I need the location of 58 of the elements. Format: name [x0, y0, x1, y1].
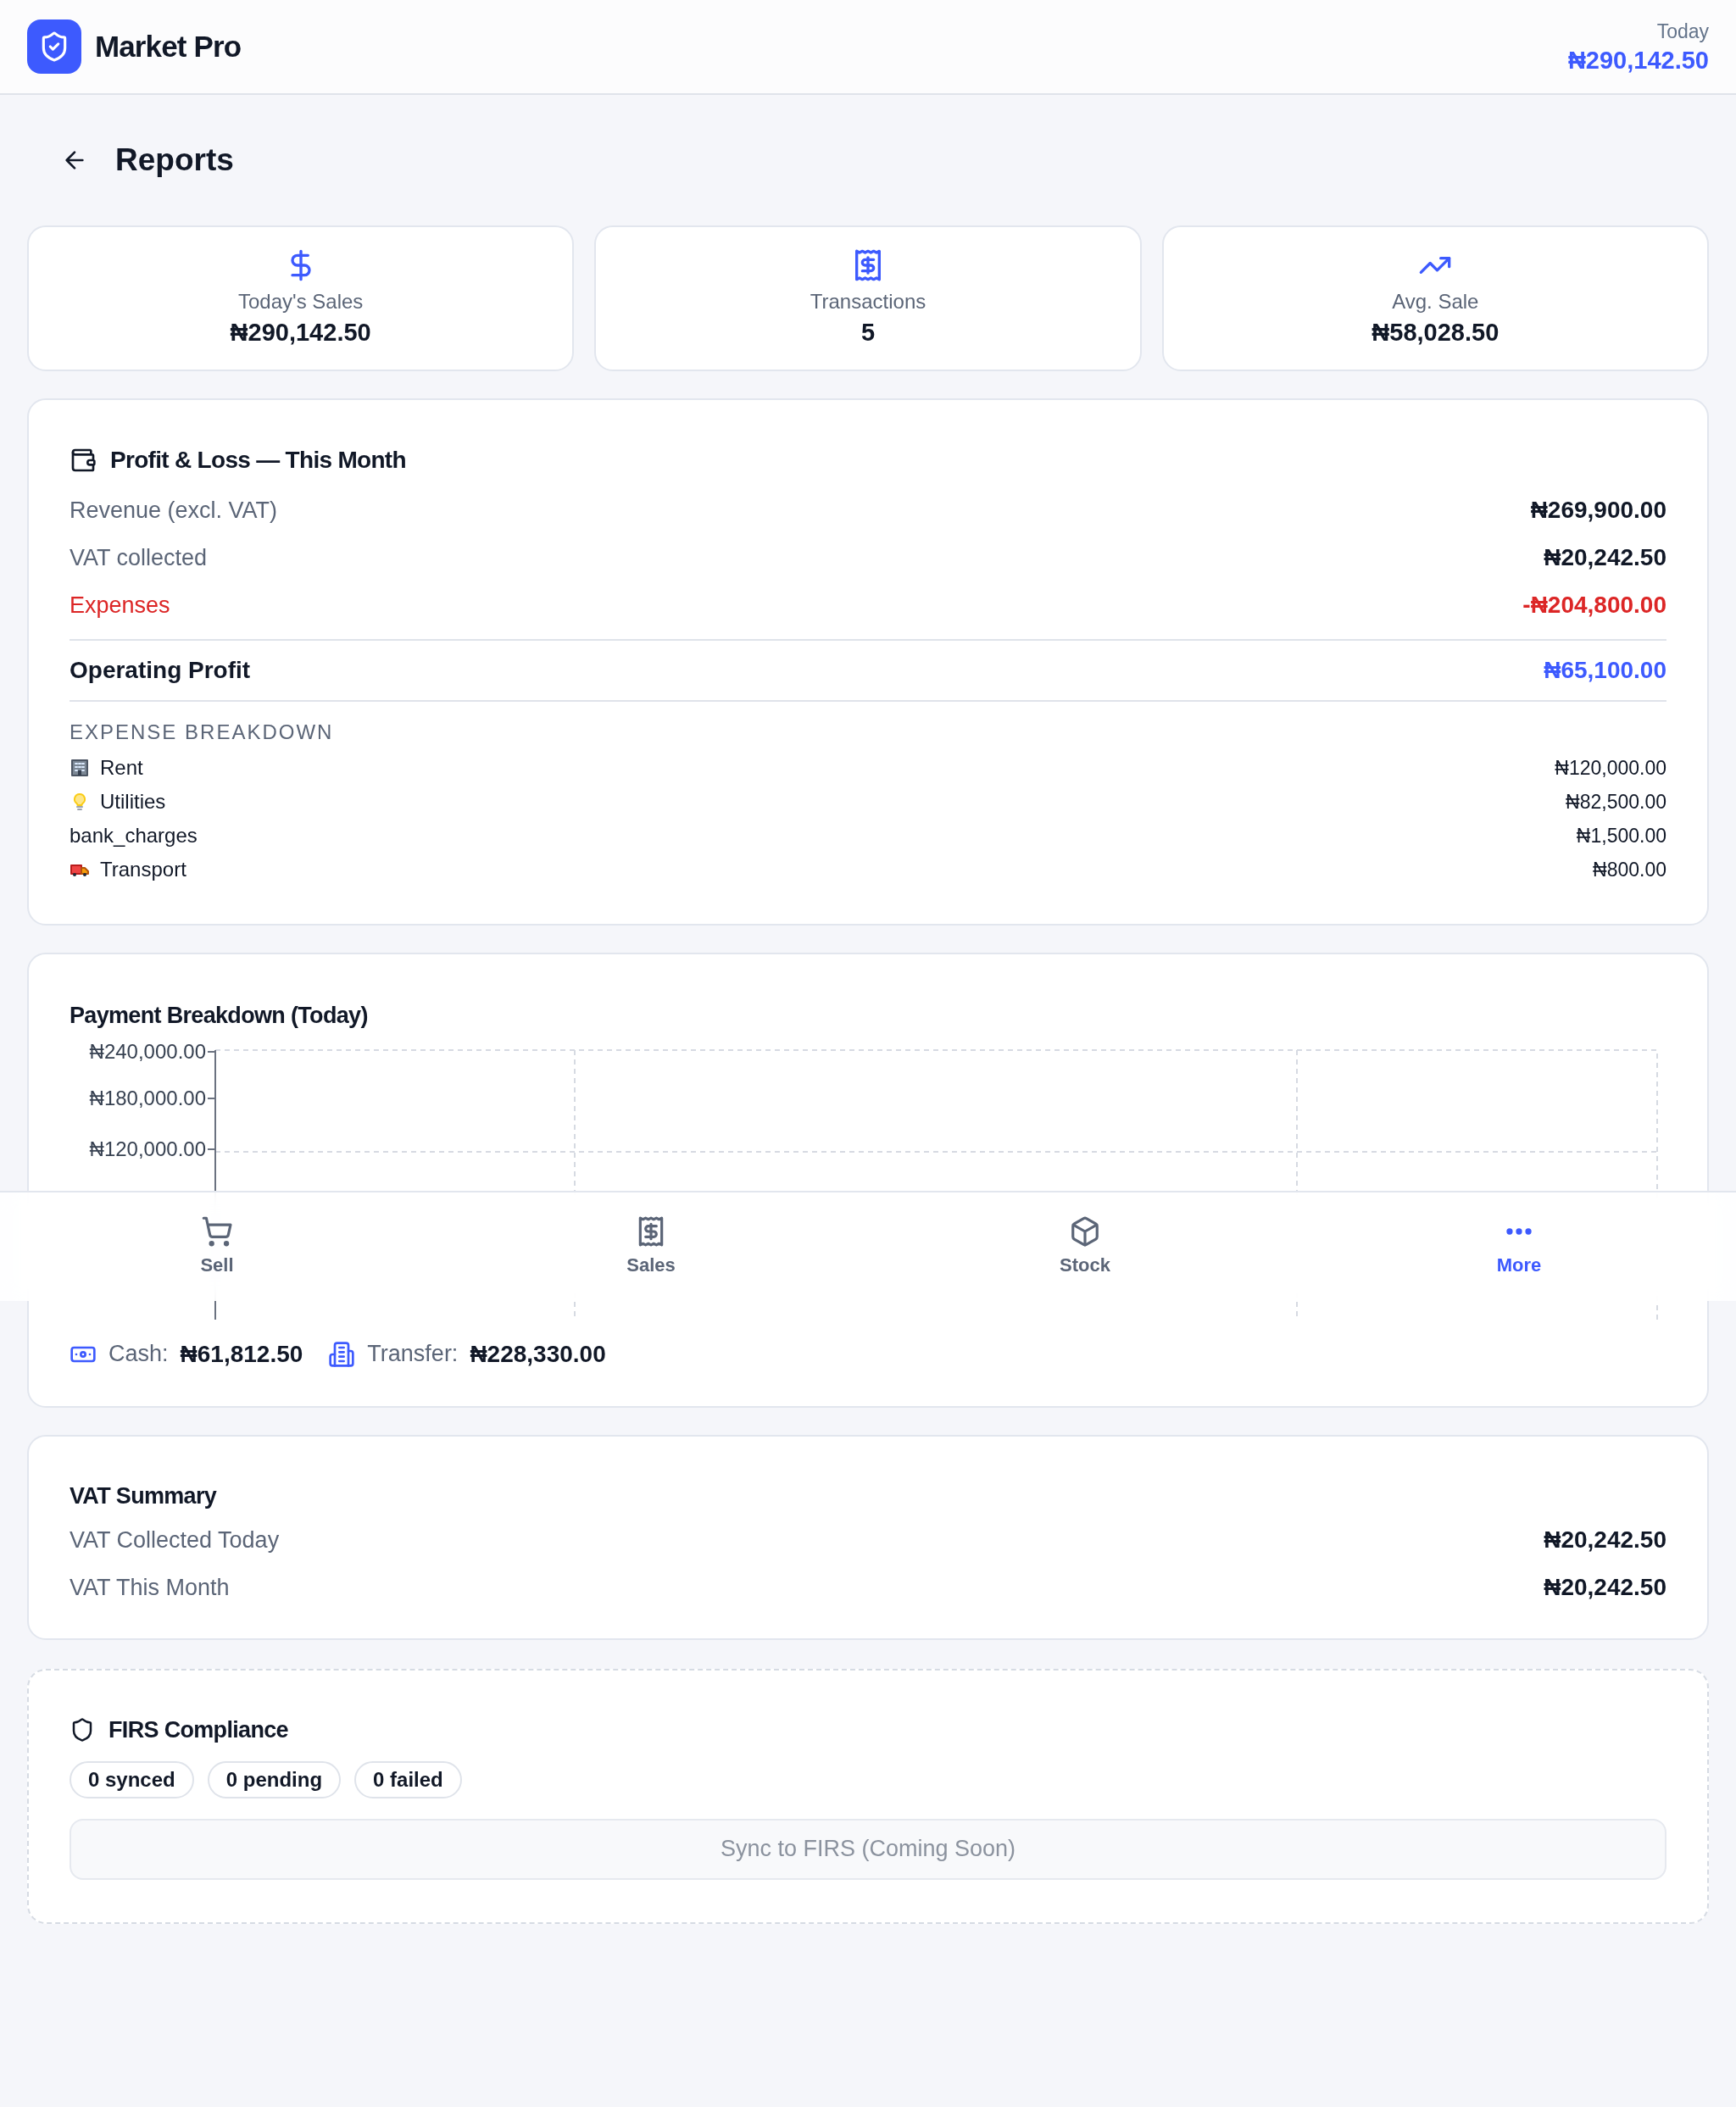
- section-heading: EXPENSE BREAKDOWN: [70, 720, 335, 745]
- card-title: Payment Breakdown (Today): [70, 1002, 369, 1030]
- row-value: ₦20,242.50: [1544, 1526, 1666, 1554]
- expense-value: ₦120,000.00: [1555, 755, 1666, 781]
- stat-value: ₦58,028.50: [1372, 318, 1500, 347]
- cart-icon: [201, 1215, 233, 1248]
- expense-label: Rent: [100, 755, 143, 781]
- nav-tab[interactable]: More: [1302, 1192, 1736, 1301]
- total-label: Operating Profit: [70, 656, 251, 685]
- payment-label: Transfer:: [367, 1340, 459, 1369]
- expense-label: Transport: [100, 857, 186, 882]
- payment-value: ₦61,812.50: [180, 1339, 303, 1369]
- wallet-icon: [70, 447, 97, 474]
- payment-value: ₦228,330.00: [470, 1339, 606, 1369]
- row-value: ₦269,900.00: [1530, 496, 1666, 525]
- row-label: Expenses: [70, 591, 170, 620]
- nav-tab[interactable]: Sell: [0, 1192, 434, 1301]
- expense-label: Utilities: [100, 789, 166, 814]
- today-amount: ₦290,142.50: [1567, 46, 1709, 75]
- row-label: VAT Collected Today: [70, 1526, 280, 1554]
- expense-value: ₦800.00: [1593, 857, 1666, 882]
- axis-label: ₦240,000.00: [89, 1039, 206, 1064]
- status-badge: 0 synced: [70, 1760, 194, 1798]
- card-title: Profit & Loss — This Month: [110, 446, 406, 475]
- row-value: ₦20,242.50: [1544, 1573, 1666, 1602]
- axis-label: ₦180,000.00: [89, 1086, 206, 1110]
- building-icon: [70, 758, 90, 778]
- status-badge: 0 pending: [207, 1760, 342, 1798]
- expense-value: ₦82,500.00: [1566, 789, 1666, 814]
- expense-label: bank_charges: [70, 823, 198, 848]
- today-label: Today: [1656, 19, 1709, 44]
- stat-label: Today's Sales: [238, 289, 364, 314]
- stat-label: Transactions: [810, 289, 926, 314]
- nav-tab[interactable]: Stock: [868, 1192, 1302, 1301]
- payment-label: Cash:: [108, 1340, 169, 1369]
- axis-label: ₦120,000.00: [89, 1137, 206, 1161]
- box-icon: [1069, 1215, 1101, 1248]
- stat-value: 5: [860, 318, 876, 347]
- tick-mark: [208, 1050, 216, 1053]
- row-label: VAT collected: [70, 543, 208, 572]
- tick-mark: [208, 1148, 216, 1150]
- nav-tab[interactable]: Sales: [434, 1192, 868, 1301]
- status-badge: 0 failed: [354, 1760, 462, 1798]
- total-value: ₦65,100.00: [1544, 656, 1666, 685]
- tick-mark: [208, 1097, 216, 1099]
- app-name: Market Pro: [95, 28, 242, 64]
- row-value: -₦204,800.00: [1522, 591, 1666, 620]
- row-label: Revenue (excl. VAT): [70, 496, 278, 525]
- stat-label: Avg. Sale: [1392, 289, 1479, 314]
- building-icon: [328, 1340, 356, 1368]
- page-title: Reports: [115, 142, 234, 180]
- card-title: VAT Summary: [70, 1482, 218, 1510]
- row-label: VAT This Month: [70, 1573, 230, 1602]
- stat-value: ₦290,142.50: [230, 318, 371, 347]
- expense-value: ₦1,500.00: [1576, 823, 1666, 848]
- row-value: ₦20,242.50: [1544, 543, 1666, 572]
- card-title: FIRS Compliance: [108, 1716, 288, 1744]
- more-icon: [1506, 1227, 1532, 1235]
